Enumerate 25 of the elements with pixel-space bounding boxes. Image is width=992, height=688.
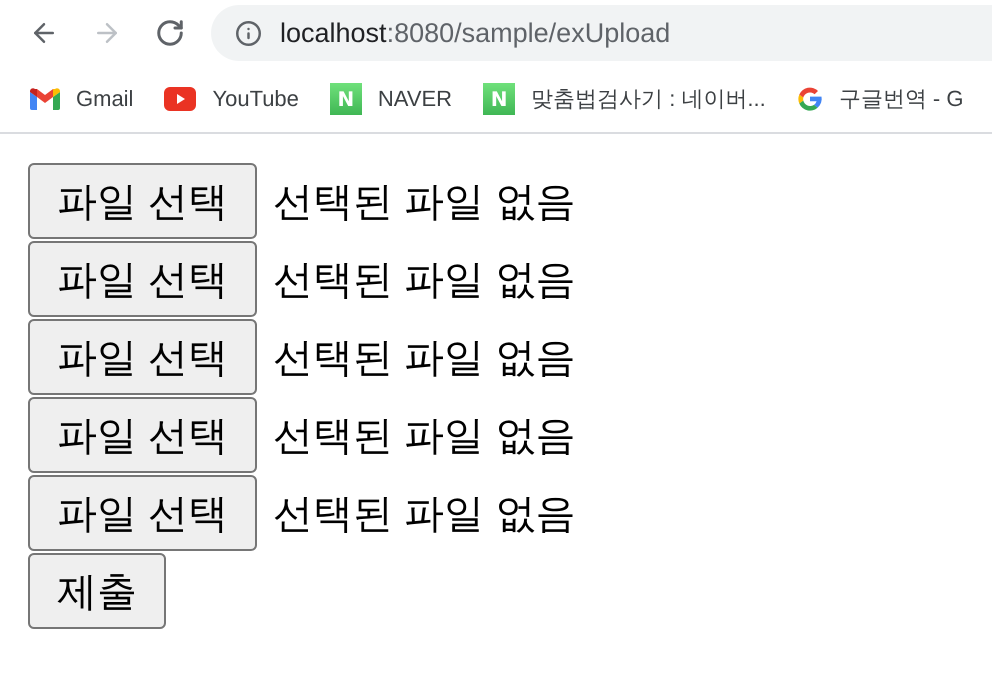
- bookmark-link[interactable]: YouTube: [164, 86, 299, 112]
- submit-button[interactable]: 제출: [28, 553, 166, 629]
- file-status-text: 선택된 파일 없음: [273, 178, 576, 226]
- choose-file-button[interactable]: 파일 선택: [28, 319, 258, 395]
- file-status-text: 선택된 파일 없음: [273, 490, 576, 538]
- play-logo-icon: [164, 87, 196, 111]
- choose-file-button[interactable]: 파일 선택: [28, 163, 258, 239]
- mail-logo-icon: [30, 88, 60, 110]
- address-bar[interactable]: localhost:8080/sample/exUpload: [211, 5, 992, 61]
- bookmark-link[interactable]: Gmail: [30, 86, 134, 112]
- bookmark-link[interactable]: N NAVER: [330, 83, 452, 115]
- bookmark-link[interactable]: N 맞춤법검사기 : 네이버...: [483, 83, 766, 115]
- n-logo-icon: N: [330, 83, 362, 115]
- g-logo-icon: [796, 86, 823, 112]
- file-status-text: 선택된 파일 없음: [273, 334, 576, 382]
- n-logo-icon: N: [483, 83, 516, 115]
- info-icon: [235, 20, 262, 46]
- choose-file-button[interactable]: 파일 선택: [28, 241, 258, 317]
- choose-file-button[interactable]: 파일 선택: [28, 397, 258, 473]
- file-status-text: 선택된 파일 없음: [273, 256, 576, 304]
- url-text: localhost:8080/sample/exUpload: [280, 18, 670, 48]
- file-status-text: 선택된 파일 없음: [273, 412, 576, 460]
- reload-icon: [155, 18, 185, 48]
- bookmark-link[interactable]: 구글번역 - G: [796, 84, 964, 114]
- choose-file-button[interactable]: 파일 선택: [28, 475, 258, 551]
